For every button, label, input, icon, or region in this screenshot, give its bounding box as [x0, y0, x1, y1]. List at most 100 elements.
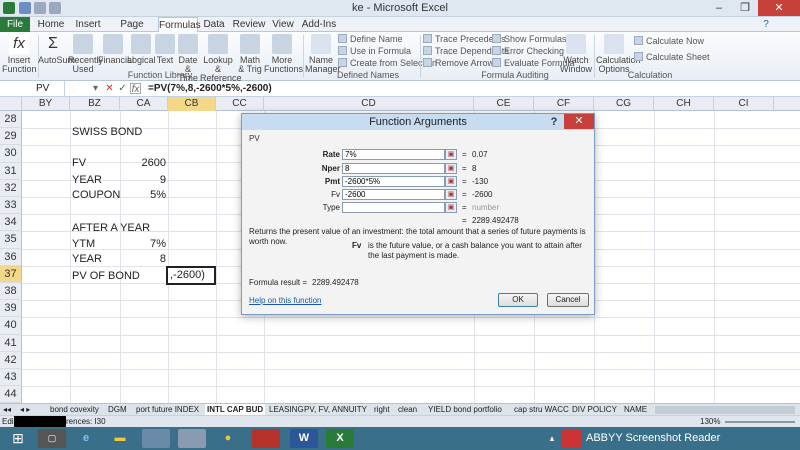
file-explorer-icon[interactable]: ▬ [106, 429, 134, 448]
name-box[interactable]: PV [0, 81, 65, 96]
dialog-title[interactable]: Function Arguments [242, 114, 594, 130]
row-header[interactable]: 28 [0, 111, 22, 129]
chrome-icon[interactable]: ● [214, 429, 242, 448]
cell-ca30[interactable]: 2600 [120, 155, 166, 172]
zoom-slider[interactable] [725, 421, 795, 423]
row-header[interactable]: 36 [0, 248, 22, 266]
active-cell-cb37[interactable]: ,-2600) [166, 266, 216, 285]
row-header[interactable]: 34 [0, 214, 22, 232]
logical-button[interactable]: Logical [127, 34, 156, 65]
row-header[interactable]: 40 [0, 317, 22, 335]
cancel-button[interactable]: Cancel [547, 293, 589, 307]
nper-input[interactable] [342, 163, 445, 174]
excel-icon[interactable]: X [326, 429, 354, 448]
ok-button[interactable]: OK [498, 293, 538, 307]
name-manager-button[interactable]: Name Manager [305, 34, 341, 74]
rate-input[interactable] [342, 149, 445, 160]
collapse-dialog-icon[interactable]: ▣ [445, 163, 457, 174]
tray-app-label[interactable]: ABBYY Screenshot Reader [586, 427, 720, 450]
collapse-dialog-icon[interactable]: ▣ [445, 189, 457, 200]
cell-bz28[interactable]: SWISS BOND [72, 124, 142, 141]
row-header[interactable]: 44 [0, 386, 22, 403]
column-header[interactable]: CG [594, 97, 654, 111]
cancel-icon[interactable]: ✕ [104, 83, 115, 94]
collapse-dialog-icon[interactable]: ▣ [445, 176, 457, 187]
financial-button[interactable]: Financial [98, 34, 134, 65]
pmt-input[interactable] [342, 176, 445, 187]
collapse-dialog-icon[interactable]: ▣ [445, 149, 457, 160]
restore-button[interactable]: ❐ [732, 0, 758, 16]
row-header[interactable]: 38 [0, 283, 22, 301]
app-icon[interactable] [142, 429, 170, 448]
help-on-function-link[interactable]: Help on this function [249, 296, 322, 306]
tab-file[interactable]: File [0, 17, 30, 32]
cell-bz36[interactable]: YEAR [72, 251, 102, 268]
use-in-formula-button[interactable]: Use in Formula [338, 46, 411, 57]
show-formulas-button[interactable]: Show Formulas [492, 34, 567, 45]
fx-icon[interactable]: fx [130, 83, 141, 95]
enter-icon[interactable]: ✓ [117, 83, 128, 94]
autosum-button[interactable]: Σ AutoSum [38, 34, 75, 65]
dropdown-icon[interactable]: ▾ [90, 83, 101, 94]
fv-input[interactable] [342, 189, 445, 200]
row-header[interactable]: 32 [0, 179, 22, 197]
select-all-corner[interactable] [0, 97, 22, 111]
tab-add-ins[interactable]: Add-Ins [300, 17, 338, 32]
cell-ca32[interactable]: 5% [120, 187, 166, 204]
calculation-options-button[interactable]: Calculation Options [596, 34, 641, 74]
tab-view[interactable]: View [268, 17, 298, 32]
abbyy-icon[interactable] [562, 429, 582, 448]
tab-data[interactable]: Data [200, 17, 228, 32]
dialog-close-button[interactable]: ✕ [564, 114, 594, 129]
column-header[interactable]: CA [120, 97, 168, 111]
row-header[interactable]: 33 [0, 197, 22, 215]
help-icon[interactable]: ? [760, 17, 772, 32]
tab-insert[interactable]: Insert [70, 17, 106, 32]
insert-function-button[interactable]: fx Insert Function [2, 34, 37, 74]
calculate-now-button[interactable]: Calculate Now [634, 36, 704, 47]
row-header[interactable]: 41 [0, 334, 22, 352]
row-header[interactable]: 42 [0, 351, 22, 369]
math-trig-button[interactable]: Math & Trig [236, 34, 264, 74]
column-header[interactable]: CB [168, 97, 216, 111]
tab-formulas[interactable]: Formulas [158, 17, 201, 33]
minimize-button[interactable]: – [706, 0, 732, 16]
row-header[interactable]: 37 [0, 265, 22, 283]
row-header[interactable]: 31 [0, 162, 22, 180]
app-icon[interactable] [178, 429, 206, 448]
word-icon[interactable]: W [290, 429, 318, 448]
tab-page-layout[interactable]: Page Layout [106, 17, 158, 45]
formula-input[interactable]: =PV(7%,8,-2600*5%,-2600) [148, 81, 272, 96]
column-header[interactable]: CF [534, 97, 594, 111]
cell-bz34[interactable]: AFTER A YEAR [72, 220, 150, 237]
collapse-dialog-icon[interactable]: ▣ [445, 202, 457, 213]
text-button[interactable]: Text [154, 34, 176, 65]
cell-bz37[interactable]: PV OF BOND [72, 268, 140, 285]
column-header[interactable]: CC [216, 97, 264, 111]
help-button[interactable]: ? [548, 114, 560, 130]
more-functions-button[interactable]: More Functions [264, 34, 303, 74]
column-header[interactable]: BZ [70, 97, 120, 111]
column-header[interactable]: CE [474, 97, 534, 111]
column-header[interactable]: CD [264, 97, 474, 111]
row-header[interactable]: 30 [0, 145, 22, 163]
remove-arrows-button[interactable]: Remove Arrows [423, 58, 499, 69]
row-header[interactable]: 39 [0, 300, 22, 318]
windows-start-icon[interactable]: ⊞ [4, 429, 32, 448]
cell-bz30[interactable]: FV [72, 155, 86, 172]
cell-ca36[interactable]: 8 [120, 251, 166, 268]
error-checking-button[interactable]: Error Checking [492, 46, 564, 57]
calculate-sheet-button[interactable]: Calculate Sheet [634, 52, 710, 63]
column-header[interactable]: BY [22, 97, 70, 111]
row-header[interactable]: 43 [0, 369, 22, 387]
watch-window-button[interactable]: Watch Window [560, 34, 592, 74]
column-header[interactable]: CI [714, 97, 774, 111]
pdf-icon[interactable] [252, 429, 280, 448]
define-name-button[interactable]: Define Name [338, 34, 403, 45]
horizontal-scrollbar[interactable] [655, 406, 795, 414]
row-header[interactable]: 35 [0, 231, 22, 249]
recently-used-button[interactable]: Recently Used [68, 34, 103, 74]
close-button[interactable]: ✕ [758, 0, 800, 16]
tab-home[interactable]: Home [34, 17, 68, 32]
tab-review[interactable]: Review [232, 17, 266, 32]
